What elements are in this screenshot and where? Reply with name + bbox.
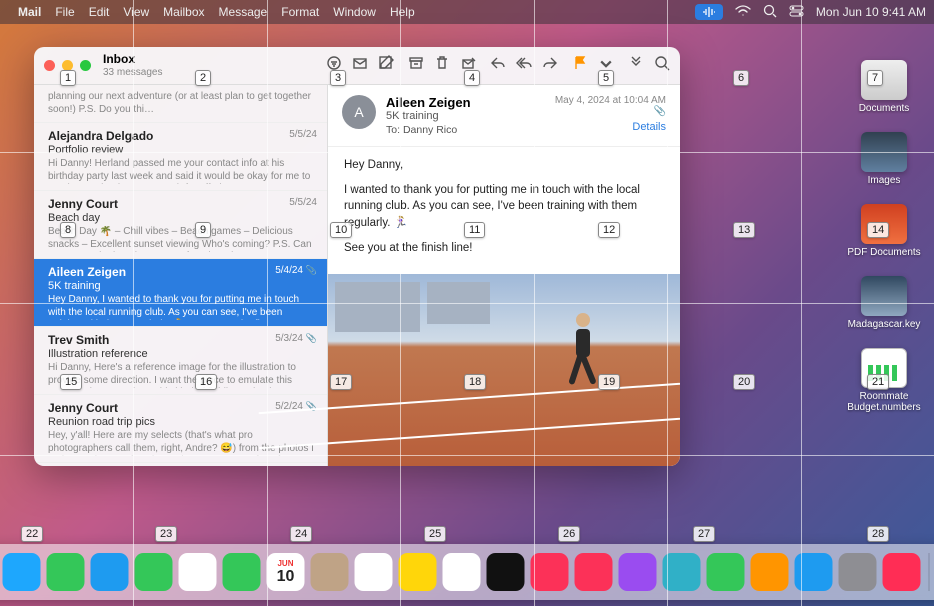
menu-window[interactable]: Window bbox=[333, 5, 376, 19]
grid-number: 13 bbox=[733, 222, 755, 238]
message-list-item[interactable]: planning our next adventure (or at least… bbox=[34, 85, 327, 123]
window-zoom[interactable] bbox=[80, 60, 91, 71]
dock-podcasts[interactable] bbox=[619, 553, 657, 591]
window-minimize[interactable] bbox=[62, 60, 73, 71]
message-list-item[interactable]: Trev Smith5/3/24 📎Illustration reference… bbox=[34, 327, 327, 395]
dock-news[interactable] bbox=[575, 553, 613, 591]
mailbox-count: 33 messages bbox=[103, 67, 162, 78]
spotlight-icon[interactable] bbox=[763, 4, 777, 21]
grid-number: 20 bbox=[733, 374, 755, 390]
desktop-icons: Documents Images PDF Documents Madagascar.k… bbox=[844, 60, 924, 413]
dock: JUN10 bbox=[0, 544, 934, 600]
message-list-item[interactable]: Jenny Court5/5/24Beach dayBeach Day 🌴 – … bbox=[34, 191, 327, 259]
menu-mailbox[interactable]: Mailbox bbox=[163, 5, 204, 19]
archive-icon[interactable] bbox=[408, 55, 424, 76]
reply-all-icon[interactable] bbox=[516, 55, 532, 76]
app-menu[interactable]: Mail bbox=[18, 5, 41, 19]
details-link[interactable]: Details bbox=[555, 121, 666, 133]
menubar: Mail File Edit View Mailbox Message Form… bbox=[0, 0, 934, 24]
junk-icon[interactable] bbox=[460, 55, 476, 76]
dock-book[interactable] bbox=[883, 553, 921, 591]
message-list-item[interactable]: Alejandra Delgado5/5/24Portfolio reviewH… bbox=[34, 123, 327, 191]
dock-appstore[interactable] bbox=[795, 553, 833, 591]
trash-icon[interactable] bbox=[434, 55, 450, 76]
desktop-item[interactable]: Documents bbox=[859, 60, 910, 114]
dock-reminders[interactable] bbox=[355, 553, 393, 591]
sender-avatar: A bbox=[342, 95, 376, 129]
forward-icon[interactable] bbox=[542, 55, 558, 76]
message-list-item[interactable]: Jenny Court5/2/24 📎Reunion road trip pic… bbox=[34, 395, 327, 463]
clock[interactable]: Mon Jun 10 9:41 AM bbox=[816, 5, 926, 19]
menu-help[interactable]: Help bbox=[390, 5, 415, 19]
window-close[interactable] bbox=[44, 60, 55, 71]
filter-icon[interactable] bbox=[326, 55, 342, 76]
flag-icon[interactable] bbox=[572, 55, 588, 76]
more-icon[interactable] bbox=[628, 55, 644, 76]
attachment-icon: 📎 bbox=[654, 106, 666, 117]
grid-number: 23 bbox=[155, 526, 177, 542]
dock-notes[interactable] bbox=[399, 553, 437, 591]
message-list-item[interactable]: Aileen Zeigen5/4/24 📎5K trainingHey Dann… bbox=[34, 259, 327, 327]
dock-appstore-alt[interactable] bbox=[663, 553, 701, 591]
menu-file[interactable]: File bbox=[55, 5, 74, 19]
grid-number: 22 bbox=[21, 526, 43, 542]
dock-safari[interactable] bbox=[3, 553, 41, 591]
menu-edit[interactable]: Edit bbox=[89, 5, 110, 19]
reader-body: Hey Danny, I wanted to thank you for put… bbox=[328, 147, 680, 274]
reader-image-attachment[interactable] bbox=[328, 274, 680, 466]
mail-window: Inbox 33 messages bbox=[34, 47, 680, 466]
mailbox-title: Inbox bbox=[103, 53, 162, 66]
desktop-item[interactable]: Images bbox=[861, 132, 907, 186]
reader-date: May 4, 2024 at 10:04 AM bbox=[555, 95, 666, 106]
desktop-item[interactable]: Madagascar.key bbox=[848, 276, 921, 330]
wifi-icon[interactable] bbox=[735, 5, 751, 20]
flag-menu-chevron-icon[interactable] bbox=[598, 55, 614, 76]
desktop-item[interactable]: PDF Documents bbox=[847, 204, 920, 258]
dock-numbers[interactable] bbox=[707, 553, 745, 591]
dock-calendar[interactable]: JUN10 bbox=[267, 553, 305, 591]
grid-number: 27 bbox=[693, 526, 715, 542]
reader-subject: 5K training bbox=[386, 110, 471, 122]
voice-control-icon[interactable] bbox=[695, 4, 723, 20]
dock-maps[interactable] bbox=[135, 553, 173, 591]
message-reader: A Aileen Zeigen 5K training To: Danny Ri… bbox=[328, 85, 680, 466]
message-list[interactable]: planning our next adventure (or at least… bbox=[34, 85, 328, 466]
menu-message[interactable]: Message bbox=[219, 5, 268, 19]
grid-number: 25 bbox=[424, 526, 446, 542]
titlebar: Inbox 33 messages bbox=[34, 47, 680, 85]
grid-number: 6 bbox=[733, 70, 749, 86]
grid-number: 24 bbox=[290, 526, 312, 542]
reader-to-label: To: bbox=[386, 124, 400, 136]
compose-icon[interactable] bbox=[378, 55, 394, 76]
dock-mail[interactable] bbox=[91, 553, 129, 591]
desktop-item[interactable]: Roommate Budget.numbers bbox=[845, 348, 923, 413]
message-list-item[interactable]: Rich Dinh4/28/24 📎Trip to Zion National … bbox=[34, 463, 327, 466]
search-icon[interactable] bbox=[654, 55, 670, 76]
menu-view[interactable]: View bbox=[123, 5, 149, 19]
menu-format[interactable]: Format bbox=[281, 5, 319, 19]
control-center-icon[interactable] bbox=[789, 5, 804, 20]
grid-number: 28 bbox=[867, 526, 889, 542]
new-message-icon[interactable] bbox=[352, 55, 368, 76]
dock-tv[interactable] bbox=[487, 553, 525, 591]
reader-to: Danny Rico bbox=[403, 124, 457, 136]
grid-number: 26 bbox=[558, 526, 580, 542]
dock-contacts[interactable] bbox=[311, 553, 349, 591]
dock-photos[interactable] bbox=[179, 553, 217, 591]
reader-from: Aileen Zeigen bbox=[386, 95, 471, 110]
dock-pages[interactable] bbox=[751, 553, 789, 591]
dock-facetime[interactable] bbox=[223, 553, 261, 591]
dock-settings[interactable] bbox=[839, 553, 877, 591]
dock-freeform[interactable] bbox=[443, 553, 481, 591]
reply-icon[interactable] bbox=[490, 55, 506, 76]
dock-messages[interactable] bbox=[47, 553, 85, 591]
dock-music[interactable] bbox=[531, 553, 569, 591]
